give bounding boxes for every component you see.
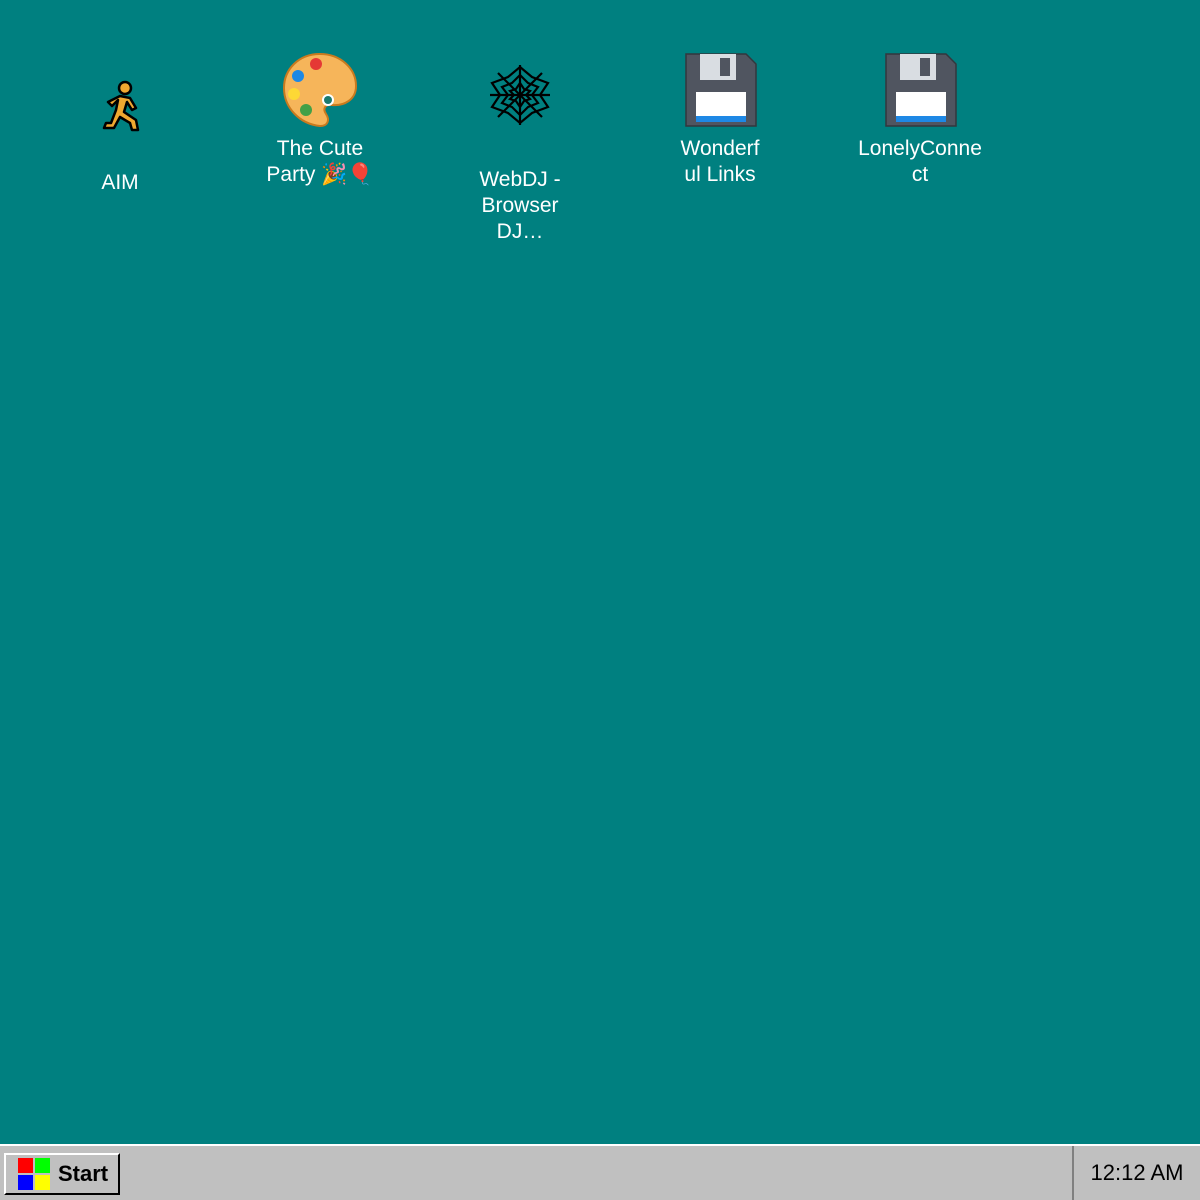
floppy-disk-icon: [885, 53, 957, 127]
desktop-icon-label: WebDJ - Browser DJ…: [479, 168, 561, 243]
desktop-icon-label: Wonderful Links: [680, 137, 760, 186]
desktop-icon-aim[interactable]: AIM: [45, 60, 195, 196]
desktop-icon-the-cute-party[interactable]: The Cute Party 🎉🎈: [245, 50, 395, 188]
desktop-icon-label: AIM: [101, 171, 139, 194]
start-button[interactable]: Start: [4, 1153, 120, 1195]
desktop-icon-lonelyconnect[interactable]: LonelyConnect: [845, 50, 995, 188]
taskbar: Start 12:12 AM: [0, 1144, 1200, 1200]
desktop-icon-webdj[interactable]: WebDJ - Browser DJ…: [445, 55, 595, 245]
floppy-disk-icon: [685, 53, 757, 127]
desktop-icon-label: The Cute Party 🎉🎈: [266, 137, 374, 186]
start-label: Start: [58, 1161, 109, 1186]
paint-palette-icon: [282, 52, 358, 128]
desktop-icon-wonderful-links[interactable]: Wonderful Links: [645, 50, 795, 188]
desktop-icon-label: LonelyConnect: [858, 137, 982, 186]
desktop: AIM The Cute Party 🎉🎈 WebDJ - Browser DJ…: [0, 0, 1200, 1144]
windows-logo-icon: [18, 1158, 50, 1190]
clock[interactable]: 12:12 AM: [1091, 1160, 1184, 1186]
system-tray: 12:12 AM: [1072, 1146, 1200, 1200]
aim-running-man-icon: [102, 80, 140, 132]
spider-web-icon: [490, 65, 550, 125]
